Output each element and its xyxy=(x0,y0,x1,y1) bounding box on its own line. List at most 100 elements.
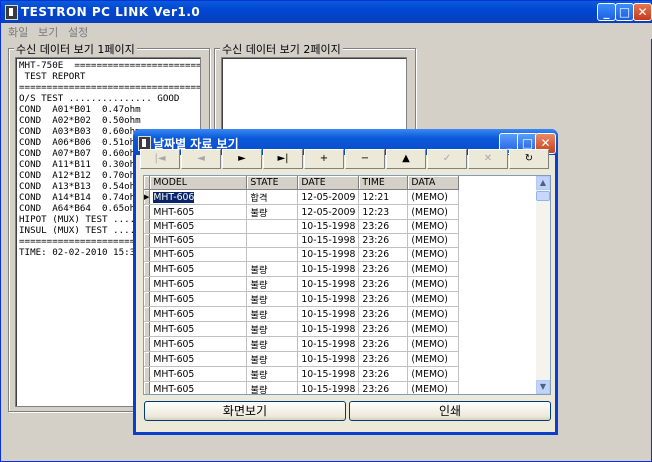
table-row[interactable]: MHT-605 불량 10-15-1998 23:26 (MEMO) xyxy=(144,261,460,277)
cell-state[interactable]: 불량 xyxy=(246,306,299,322)
col-time-header[interactable]: TIME xyxy=(358,176,409,190)
cell-date[interactable]: 10-15-1998 xyxy=(297,247,360,262)
prior-record-button[interactable]: ◄ xyxy=(181,149,221,169)
cell-state[interactable]: 불량 xyxy=(246,204,299,220)
cell-data[interactable]: (MEMO) xyxy=(407,381,460,394)
cell-state[interactable]: 합격 xyxy=(246,189,299,205)
cell-model[interactable]: MHT-605 xyxy=(149,351,248,367)
cell-data[interactable]: (MEMO) xyxy=(407,219,460,234)
cell-time[interactable]: 23:26 xyxy=(358,219,409,234)
table-row[interactable]: MHT-605 불량 12-05-2009 12:23 (MEMO) xyxy=(144,204,460,220)
cell-state[interactable]: 불량 xyxy=(246,321,299,337)
cell-state[interactable] xyxy=(246,233,299,248)
cell-date[interactable]: 12-05-2009 xyxy=(297,204,360,220)
cell-data[interactable]: (MEMO) xyxy=(407,276,460,292)
cell-data[interactable]: (MEMO) xyxy=(407,261,460,277)
cancel-record-button[interactable]: ✕ xyxy=(468,149,508,169)
cell-state[interactable]: 불량 xyxy=(246,381,299,394)
cell-model[interactable]: MHT-605 xyxy=(149,381,248,394)
close-button[interactable]: ✕ xyxy=(633,3,652,21)
cell-data[interactable]: (MEMO) xyxy=(407,351,460,367)
cell-time[interactable]: 23:26 xyxy=(358,276,409,292)
view-screen-button[interactable]: 화면보기 xyxy=(144,401,346,421)
grid-vertical-scrollbar[interactable]: ▲ ▼ xyxy=(536,176,550,394)
cell-time[interactable]: 23:26 xyxy=(358,366,409,382)
cell-date[interactable]: 10-15-1998 xyxy=(297,276,360,292)
cell-state[interactable]: 불량 xyxy=(246,366,299,382)
cell-date[interactable]: 10-15-1998 xyxy=(297,306,360,322)
cell-model[interactable]: MHT-605 xyxy=(149,219,248,234)
cell-data[interactable]: (MEMO) xyxy=(407,306,460,322)
cell-date[interactable]: 10-15-1998 xyxy=(297,233,360,248)
cell-data[interactable]: (MEMO) xyxy=(407,366,460,382)
cell-date[interactable]: 10-15-1998 xyxy=(297,261,360,277)
cell-model[interactable]: MHT-605 xyxy=(149,204,248,220)
cell-data[interactable]: (MEMO) xyxy=(407,233,460,248)
table-row[interactable]: ▶ MHT-606 합격 12-05-2009 12:21 (MEMO) xyxy=(144,189,460,205)
menu-settings[interactable]: 설정 xyxy=(68,24,88,40)
cell-date[interactable]: 10-15-1998 xyxy=(297,321,360,337)
print-button[interactable]: 인쇄 xyxy=(349,401,551,421)
cell-date[interactable]: 10-15-1998 xyxy=(297,381,360,394)
col-date-header[interactable]: DATE xyxy=(297,176,360,190)
last-record-button[interactable]: ►| xyxy=(263,149,303,169)
cell-state[interactable]: 불량 xyxy=(246,276,299,292)
cell-date[interactable]: 10-15-1998 xyxy=(297,366,360,382)
insert-record-button[interactable]: + xyxy=(304,149,344,169)
table-row[interactable]: MHT-605 불량 10-15-1998 23:26 (MEMO) xyxy=(144,276,460,292)
data-grid[interactable]: MODEL STATE DATE TIME DATA ▶ MHT-606 합격 12-… xyxy=(143,175,551,395)
cell-state[interactable]: 불량 xyxy=(246,261,299,277)
cell-time[interactable]: 23:26 xyxy=(358,306,409,322)
table-row[interactable]: MHT-605 불량 10-15-1998 23:26 (MEMO) xyxy=(144,366,460,382)
cell-time[interactable]: 12:23 xyxy=(358,204,409,220)
cell-model[interactable]: MHT-605 xyxy=(149,247,248,262)
table-row[interactable]: MHT-605 불량 10-15-1998 23:26 (MEMO) xyxy=(144,381,460,394)
cell-time[interactable]: 23:26 xyxy=(358,336,409,352)
cell-time[interactable]: 12:21 xyxy=(358,189,409,205)
cell-state[interactable]: 불량 xyxy=(246,336,299,352)
cell-date[interactable]: 12-05-2009 xyxy=(297,189,360,205)
cell-date[interactable]: 10-15-1998 xyxy=(297,219,360,234)
col-model-header[interactable]: MODEL xyxy=(149,176,248,190)
refresh-record-button[interactable]: ↻ xyxy=(509,149,549,169)
main-title-bar[interactable]: TESTRON PC LINK Ver1.0 _ □ ✕ xyxy=(1,1,652,23)
scroll-thumb[interactable] xyxy=(536,191,550,201)
table-row[interactable]: MHT-605 불량 10-15-1998 23:26 (MEMO) xyxy=(144,306,460,322)
table-row[interactable]: MHT-605 10-15-1998 23:26 (MEMO) xyxy=(144,233,460,248)
cell-model[interactable]: MHT-605 xyxy=(149,336,248,352)
cell-data[interactable]: (MEMO) xyxy=(407,189,460,205)
col-data-header[interactable]: DATA xyxy=(407,176,460,190)
table-row[interactable]: MHT-605 10-15-1998 23:26 (MEMO) xyxy=(144,219,460,234)
cell-model[interactable]: MHT-605 xyxy=(149,233,248,248)
cell-time[interactable]: 23:26 xyxy=(358,381,409,394)
table-row[interactable]: MHT-605 불량 10-15-1998 23:26 (MEMO) xyxy=(144,321,460,337)
cell-date[interactable]: 10-15-1998 xyxy=(297,291,360,307)
cell-data[interactable]: (MEMO) xyxy=(407,321,460,337)
maximize-button[interactable]: □ xyxy=(615,3,634,21)
edit-record-button[interactable]: ▲ xyxy=(386,149,426,169)
table-row[interactable]: MHT-605 불량 10-15-1998 23:26 (MEMO) xyxy=(144,291,460,307)
cell-time[interactable]: 23:26 xyxy=(358,351,409,367)
cell-state[interactable]: 불량 xyxy=(246,351,299,367)
cell-date[interactable]: 10-15-1998 xyxy=(297,336,360,352)
cell-state[interactable] xyxy=(246,219,299,234)
cell-time[interactable]: 23:26 xyxy=(358,291,409,307)
next-record-button[interactable]: ► xyxy=(222,149,262,169)
delete-record-button[interactable]: − xyxy=(345,149,385,169)
cell-data[interactable]: (MEMO) xyxy=(407,291,460,307)
scroll-up-icon[interactable]: ▲ xyxy=(536,176,550,190)
cell-time[interactable]: 23:26 xyxy=(358,233,409,248)
cell-model[interactable]: MHT-605 xyxy=(149,276,248,292)
scroll-down-icon[interactable]: ▼ xyxy=(536,380,550,394)
cell-state[interactable]: 불량 xyxy=(246,291,299,307)
minimize-button[interactable]: _ xyxy=(597,3,616,21)
cell-model[interactable]: MHT-605 xyxy=(149,306,248,322)
col-state-header[interactable]: STATE xyxy=(246,176,299,190)
cell-date[interactable]: 10-15-1998 xyxy=(297,351,360,367)
table-row[interactable]: MHT-605 10-15-1998 23:26 (MEMO) xyxy=(144,247,460,262)
cell-model[interactable]: MHT-605 xyxy=(149,321,248,337)
cell-model[interactable]: MHT-605 xyxy=(149,366,248,382)
first-record-button[interactable]: |◄ xyxy=(140,149,180,169)
menu-view[interactable]: 보기 xyxy=(38,24,58,40)
table-row[interactable]: MHT-605 불량 10-15-1998 23:26 (MEMO) xyxy=(144,351,460,367)
